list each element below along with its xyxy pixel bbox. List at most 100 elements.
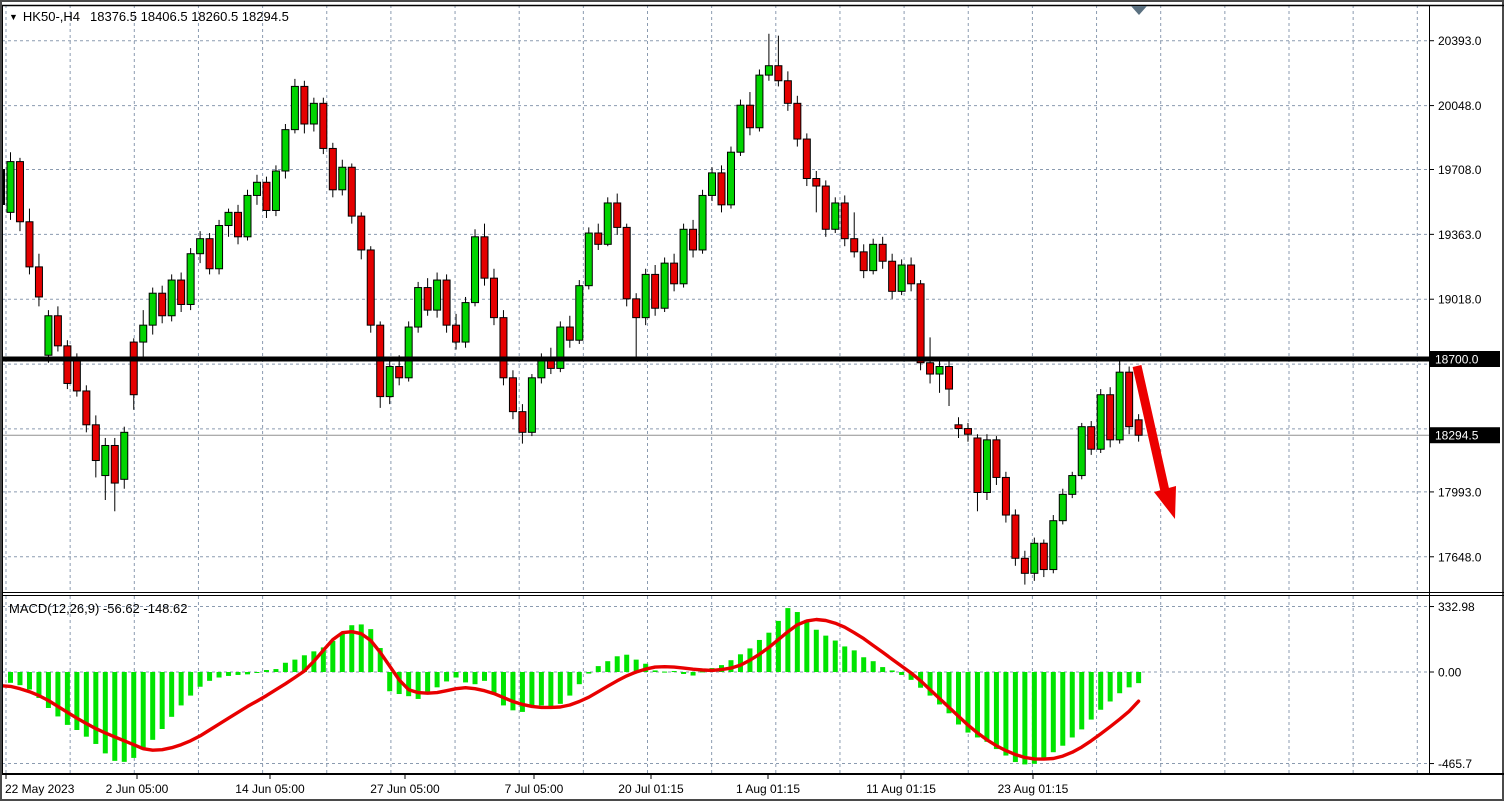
macd-histogram-bar [785, 608, 790, 672]
macd-histogram-bar [804, 620, 809, 672]
macd-histogram-bar [273, 669, 278, 672]
candle-bullish [737, 105, 744, 152]
candle-bearish [652, 274, 659, 308]
macd-histogram-bar [1070, 672, 1075, 737]
candle-bearish [851, 239, 858, 252]
macd-histogram-bar [1079, 672, 1084, 729]
candle-bearish [633, 299, 640, 318]
macd-histogram-bar [890, 670, 895, 672]
candle-bearish [26, 222, 33, 267]
macd-histogram-bar [529, 672, 534, 707]
macd-histogram-bar [501, 672, 506, 705]
candle-bearish [35, 267, 42, 297]
macd-histogram-bar [1013, 672, 1018, 762]
candle-bearish [1126, 372, 1133, 427]
chart-canvas[interactable]: 20393.020048.019708.019363.019018.017993… [2, 2, 1504, 801]
candle-bearish [1021, 558, 1028, 573]
macd-histogram-bar [93, 672, 98, 744]
macd-histogram-bar [491, 672, 496, 694]
candle-bearish [822, 186, 829, 229]
macd-histogram-bar [74, 672, 79, 730]
price-tick-label: 17993.0 [1438, 485, 1482, 499]
candle-bullish [244, 195, 251, 236]
macd-histogram-bar [842, 646, 847, 672]
macd-histogram-bar [340, 633, 345, 672]
candle-bullish [405, 327, 412, 378]
candle-bullish [339, 167, 346, 190]
candle-bullish [121, 432, 128, 479]
candle-bullish [197, 239, 204, 254]
macd-histogram-bar [975, 672, 980, 737]
candle-bullish [102, 445, 109, 475]
macd-histogram-bar [463, 672, 468, 682]
macd-histogram-bar [1108, 672, 1113, 701]
macd-histogram-bar [852, 650, 857, 672]
macd-histogram-bar [814, 630, 819, 672]
candle-bullish [898, 265, 905, 291]
candle-bullish [386, 367, 393, 397]
macd-histogram-bar [558, 672, 563, 704]
candle-bearish [83, 391, 90, 425]
macd-histogram-bar [662, 672, 667, 673]
candle-bearish [348, 167, 355, 216]
macd-histogram-bar [596, 666, 601, 672]
candle-bullish [1050, 521, 1057, 570]
title-ohlc-values: 18376.5 18406.5 18260.5 18294.5 [90, 9, 289, 24]
date-axis-label: 11 Aug 01:15 [866, 782, 936, 796]
candle-bearish [453, 325, 460, 342]
candle-bullish [140, 325, 147, 342]
date-axis-label: 23 Aug 01:15 [998, 782, 1069, 796]
candle-bullish [680, 229, 687, 284]
candle-bullish [585, 233, 592, 286]
date-axis-label: 7 Jul 05:00 [505, 782, 564, 796]
macd-histogram-bar [861, 657, 866, 672]
macd-histogram-bar [169, 672, 174, 717]
candle-bearish [614, 203, 621, 227]
candle-bearish [784, 81, 791, 104]
macd-histogram-bar [444, 672, 449, 681]
macd-histogram-bar [207, 672, 212, 681]
candle-bearish [64, 346, 71, 384]
candle-bullish [1097, 395, 1104, 450]
macd-histogram-bar [122, 672, 127, 762]
candle-bullish [983, 440, 990, 493]
candle-bearish [367, 250, 374, 325]
candle-bullish [709, 173, 716, 196]
candle-bullish [45, 316, 52, 355]
candle-bearish [178, 280, 185, 304]
macd-histogram-bar [254, 672, 259, 673]
candle-bearish [993, 440, 1000, 478]
macd-histogram-bar [359, 624, 364, 672]
candle-bullish [415, 288, 422, 327]
candle-bearish [1012, 515, 1019, 558]
macd-histogram-bar [473, 672, 478, 684]
macd-histogram-bar [387, 672, 392, 691]
candle-bearish [917, 284, 924, 363]
macd-histogram-bar [425, 672, 430, 694]
macd-histogram-bar [624, 655, 629, 672]
candle-bearish [690, 229, 697, 250]
macd-histogram-bar [795, 612, 800, 672]
price-tick-label: 17648.0 [1438, 550, 1482, 564]
macd-histogram-bar [586, 672, 591, 674]
macd-histogram-bar [292, 660, 297, 672]
candle-bullish [642, 274, 649, 317]
candle-bearish [746, 105, 753, 128]
candle-bearish [16, 162, 23, 222]
candle-bullish [557, 327, 564, 368]
macd-histogram-bar [245, 672, 250, 674]
macd-histogram-bar [605, 661, 610, 672]
macd-histogram-bar [1003, 672, 1008, 756]
macd-histogram-bar [984, 672, 989, 742]
down-triangle-icon: ▼ [9, 12, 18, 22]
macd-histogram-bar [368, 629, 373, 672]
macd-histogram-bar [188, 672, 193, 696]
candle-bullish [936, 367, 943, 375]
candle-bearish [481, 237, 488, 278]
macd-histogram-bar [112, 672, 117, 761]
candle-bullish [272, 171, 279, 210]
macd-histogram-bar [27, 672, 32, 689]
candle-bullish [604, 203, 611, 244]
candle-bearish [566, 327, 573, 340]
macd-histogram-bar [577, 672, 582, 684]
